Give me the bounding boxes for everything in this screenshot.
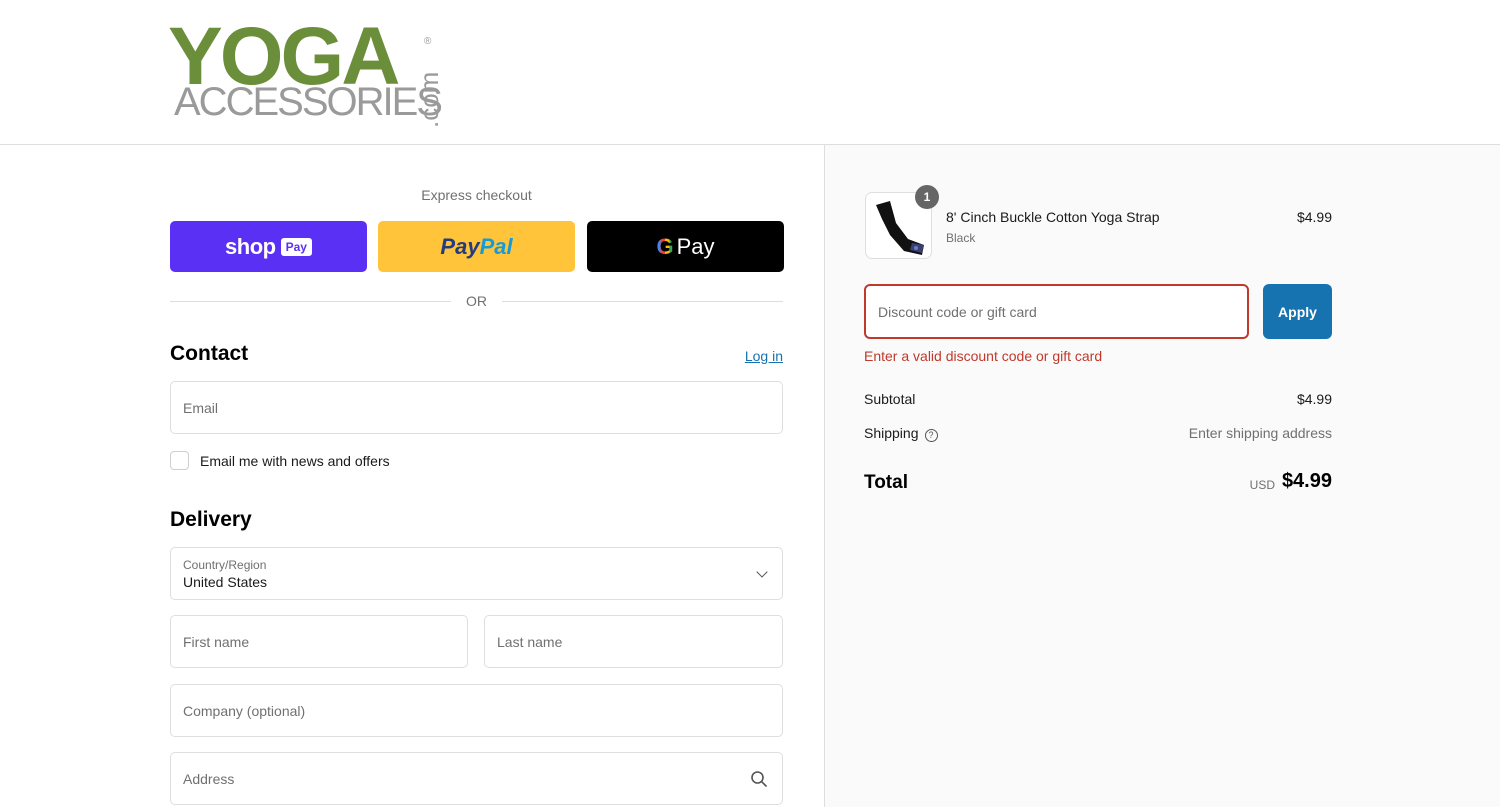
total-currency: USD [1249,478,1275,492]
newsletter-checkbox[interactable] [170,451,189,470]
country-select-label: Country/Region [183,558,267,572]
logo-accessories-text: ACCESSORIES [174,80,443,124]
email-field[interactable] [170,381,783,434]
or-divider: OR [170,292,783,312]
apply-discount-button[interactable]: Apply [1263,284,1332,339]
shipping-label: Shipping [864,425,919,441]
company-field[interactable] [170,684,783,737]
site-logo[interactable]: YOGA ACCESSORIES .com ® [168,16,444,129]
contact-heading: Contact [170,342,249,365]
discount-error-message: Enter a valid discount code or gift card [864,348,1103,364]
newsletter-option[interactable]: Email me with news and offers [170,451,390,470]
country-select[interactable]: Country/Region United States [170,547,783,600]
google-pay-button[interactable]: G Pay [587,221,784,272]
first-name-field[interactable] [170,615,468,668]
site-header: YOGA ACCESSORIES .com ® [0,0,1500,145]
quantity-badge: 1 [915,185,939,209]
login-link[interactable]: Log in [700,348,783,364]
shipping-label-group: Shipping? [864,425,938,442]
total-row: Total USD $4.99 [864,470,1332,496]
address-input[interactable] [171,753,782,804]
product-price: $4.99 [1296,209,1332,225]
shop-pay-badge: Pay [280,237,312,256]
country-select-value: United States [183,574,268,590]
newsletter-label: Email me with news and offers [200,452,390,469]
paypal-button[interactable]: PayPal [378,221,575,272]
divider-line-right [502,301,783,302]
order-summary-panel: 1 8' Cinch Buckle Cotton Yoga Strap Blac… [824,145,1500,807]
discount-field[interactable] [864,284,1249,339]
product-variant: Black [946,231,976,245]
google-pay-text: Pay [676,233,715,259]
subtotal-row: Subtotal $4.99 [864,391,1332,411]
total-label: Total [864,472,908,493]
google-g-icon: G [656,233,674,259]
checkout-form-panel: Express checkout shop Pay PayPal G Pay O… [0,145,824,807]
delivery-heading: Delivery [170,508,252,531]
chevron-down-icon [756,566,768,578]
paypal-logo-part-2: Pal [479,233,513,259]
subtotal-label: Subtotal [864,391,916,407]
address-field[interactable] [170,752,783,805]
shipping-row: Shipping? Enter shipping address [864,425,1332,445]
email-input[interactable] [171,382,782,433]
paypal-logo-part-1: Pay [440,233,480,259]
company-input[interactable] [171,685,782,736]
express-checkout-label: Express checkout [421,187,532,203]
last-name-input[interactable] [485,616,782,667]
shop-pay-logo-text: shop [225,233,276,259]
subtotal-value: $4.99 [1296,391,1332,407]
logo-registered-mark: ® [424,36,432,47]
first-name-input[interactable] [171,616,467,667]
help-icon[interactable]: ? [924,429,938,442]
search-icon[interactable] [750,770,768,788]
discount-input[interactable] [866,286,1247,337]
shop-pay-button[interactable]: shop Pay [170,221,367,272]
google-pay-logo: G Pay [656,234,714,260]
product-name: 8' Cinch Buckle Cotton Yoga Strap [946,209,1160,225]
paypal-logo: PayPal [440,234,512,260]
last-name-field[interactable] [484,615,783,668]
total-value: $4.99 [1281,470,1332,492]
logo-com-text: .com [414,71,444,128]
shipping-value: Enter shipping address [1188,425,1332,441]
